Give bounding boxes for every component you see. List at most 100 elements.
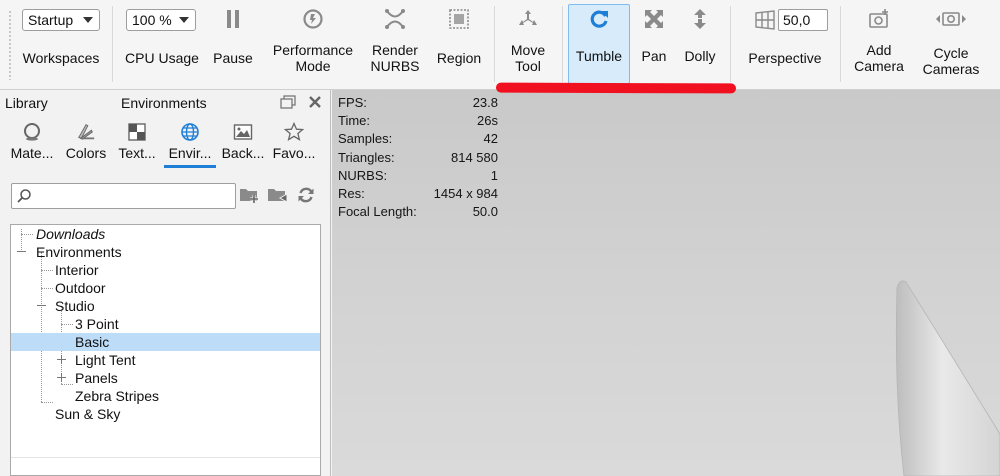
move-tool-label-line1: Move bbox=[510, 42, 546, 58]
search-input[interactable] bbox=[34, 186, 230, 206]
annotation-underline bbox=[495, 82, 737, 94]
expand-icon[interactable] bbox=[57, 373, 66, 382]
performance-mode-icon bbox=[302, 8, 324, 30]
tree-item-label: Studio bbox=[55, 298, 95, 314]
cpu-usage-value: 100 % bbox=[132, 12, 172, 28]
tab-label: Back... bbox=[221, 145, 265, 161]
tree-item-label: Interior bbox=[55, 262, 99, 278]
move-tool-icon bbox=[517, 8, 539, 30]
performance-mode-label-line2: Mode bbox=[295, 58, 331, 74]
render-nurbs-icon bbox=[384, 8, 406, 30]
tree-item-label: Sun & Sky bbox=[55, 406, 121, 422]
render-nurbs-button[interactable]: Render NURBS bbox=[364, 0, 426, 88]
pan-button[interactable]: Pan bbox=[634, 0, 674, 88]
refresh-button[interactable] bbox=[295, 185, 317, 207]
tab-label: Envir... bbox=[168, 145, 212, 161]
toolbar-divider bbox=[840, 6, 841, 82]
pause-icon bbox=[222, 8, 244, 30]
tree-item-basic[interactable]: Basic bbox=[11, 333, 320, 351]
tree-item-label: Downloads bbox=[36, 226, 106, 242]
refresh-icon bbox=[296, 185, 316, 208]
tree-footer bbox=[11, 457, 320, 475]
move-tool-button[interactable]: Move Tool bbox=[500, 0, 556, 88]
expand-icon[interactable] bbox=[57, 355, 66, 364]
backplates-icon bbox=[233, 122, 253, 142]
collapse-icon[interactable] bbox=[37, 301, 46, 310]
perspective-label[interactable]: Perspective bbox=[736, 50, 834, 66]
textures-icon bbox=[127, 122, 147, 142]
add-camera-label-line2: Camera bbox=[854, 58, 904, 74]
tab-colors[interactable]: Colors bbox=[62, 120, 110, 168]
colors-icon bbox=[76, 122, 96, 142]
region-label: Region bbox=[436, 50, 482, 66]
cycle-cameras-button[interactable]: Cycle Cameras bbox=[916, 0, 986, 88]
tab-environments[interactable]: Envir... bbox=[164, 120, 216, 168]
render-nurbs-label-line1: Render bbox=[372, 42, 418, 58]
tree-item-studio[interactable]: Studio bbox=[11, 297, 320, 315]
add-camera-button[interactable]: Add Camera bbox=[848, 0, 910, 88]
search-icon bbox=[16, 188, 32, 207]
cycle-cameras-icon bbox=[931, 8, 971, 30]
tab-backplates[interactable]: Back... bbox=[220, 120, 266, 168]
tree-item-label: Light Tent bbox=[75, 352, 136, 368]
toolbar-divider bbox=[112, 6, 113, 82]
tab-label: Favo... bbox=[272, 145, 316, 161]
workspaces-dropdown[interactable]: Startup bbox=[22, 9, 100, 31]
tree-item-sun-sky[interactable]: Sun & Sky bbox=[11, 405, 320, 423]
tree-item-label: Environments bbox=[36, 244, 122, 260]
main-toolbar: Startup Workspaces 100 % CPU Usage Pause… bbox=[0, 0, 1000, 90]
focal-length-value: 50,0 bbox=[783, 12, 811, 28]
tree-item-interior[interactable]: Interior bbox=[11, 261, 320, 279]
materials-icon bbox=[22, 122, 42, 142]
cpu-usage-dropdown[interactable]: 100 % bbox=[126, 9, 196, 31]
dolly-button[interactable]: Dolly bbox=[678, 0, 722, 88]
perspective-grid-icon bbox=[754, 9, 776, 31]
region-icon bbox=[448, 8, 470, 30]
tree-item-panels[interactable]: Panels bbox=[11, 369, 320, 387]
chevron-down-icon bbox=[179, 17, 189, 23]
tree-item-light-tent[interactable]: Light Tent bbox=[11, 351, 320, 369]
performance-mode-button[interactable]: Performance Mode bbox=[266, 0, 360, 88]
undock-icon[interactable] bbox=[279, 93, 297, 111]
toolbar-divider bbox=[494, 6, 495, 82]
tumble-label: Tumble bbox=[575, 48, 623, 64]
tree-item-downloads[interactable]: Downloads bbox=[11, 225, 320, 243]
pause-button[interactable]: Pause bbox=[208, 0, 258, 88]
add-folder-button[interactable] bbox=[239, 185, 261, 207]
tab-label: Text... bbox=[118, 145, 156, 161]
workspaces-value: Startup bbox=[28, 12, 74, 28]
environment-tree: Downloads Environments Interior Outdoor … bbox=[10, 224, 321, 476]
tab-favorites[interactable]: Favo... bbox=[270, 120, 318, 168]
tab-materials[interactable]: Mate... bbox=[6, 120, 58, 168]
pan-label: Pan bbox=[641, 48, 667, 64]
focal-length-input[interactable]: 50,0 bbox=[778, 9, 828, 31]
region-button[interactable]: Region bbox=[430, 0, 488, 88]
collapse-icon[interactable] bbox=[17, 247, 26, 256]
toolbar-grip[interactable] bbox=[9, 10, 11, 80]
panel-section-title: Environments bbox=[121, 95, 207, 111]
tree-item-label: 3 Point bbox=[75, 316, 119, 332]
tab-label: Colors bbox=[65, 145, 107, 161]
toolbar-divider bbox=[562, 6, 563, 82]
folder-add-icon bbox=[239, 186, 261, 207]
library-search bbox=[11, 183, 236, 209]
tumble-button[interactable]: Tumble bbox=[568, 0, 630, 88]
render-viewport[interactable]: FPS: 23.8 Time: 26s Samples: 42 Triangle… bbox=[332, 90, 1000, 476]
tree-item-zebra-stripes[interactable]: Zebra Stripes bbox=[11, 387, 320, 405]
close-icon[interactable] bbox=[306, 93, 324, 111]
folder-import-icon bbox=[267, 186, 289, 207]
environments-icon bbox=[180, 122, 200, 142]
import-folder-button[interactable] bbox=[267, 185, 289, 207]
tree-item-environments[interactable]: Environments bbox=[11, 243, 320, 261]
perspective-group: 50,0 Perspective bbox=[736, 0, 834, 88]
tab-textures[interactable]: Text... bbox=[114, 120, 160, 168]
tree-item-label: Basic bbox=[75, 334, 110, 350]
tree-item-outdoor[interactable]: Outdoor bbox=[11, 279, 320, 297]
workspaces-label: Workspaces bbox=[22, 50, 100, 66]
cpu-usage-group: 100 % CPU Usage bbox=[120, 0, 204, 88]
tree-item-label: Zebra Stripes bbox=[75, 388, 160, 404]
tree-item-label: Outdoor bbox=[55, 280, 106, 296]
render-nurbs-label-line2: NURBS bbox=[370, 58, 420, 74]
tree-item-3-point[interactable]: 3 Point bbox=[11, 315, 320, 333]
panel-title: Library bbox=[5, 95, 48, 111]
